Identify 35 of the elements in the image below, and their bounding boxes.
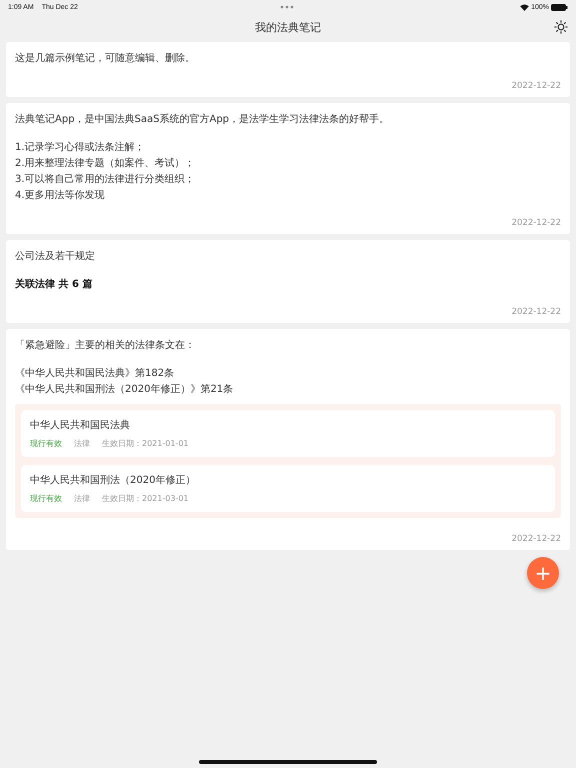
law-type: 法律 <box>74 493 90 504</box>
note-date: 2022-12-22 <box>512 534 561 544</box>
law-card[interactable]: 中华人民共和国刑法（2020年修正） 现行有效 法律 生效日期：2021-03-01 <box>21 465 555 512</box>
wifi-icon <box>520 4 530 10</box>
note-text-line: 4.更多用法等你发现 <box>15 188 106 203</box>
theme-toggle-button[interactable] <box>554 20 568 34</box>
note-text-line: 3.可以将自己常用的法律进行分类组织； <box>15 172 196 187</box>
note-date: 2022-12-22 <box>512 218 561 228</box>
note-text-line: 公司法及若干规定 <box>15 250 96 264</box>
note-text-line: 2.用来整理法律专题（如案件、考试）； <box>15 156 196 171</box>
battery-icon <box>551 4 568 10</box>
note-text-line: 「紧急避险」主要的相关的法律条文在： <box>15 338 196 353</box>
law-status: 现行有效 <box>30 438 62 449</box>
note-text-line: 关联法律 共 6 篇 <box>15 278 94 292</box>
law-title: 中华人民共和国民法典 <box>30 418 131 432</box>
note-date: 2022-12-22 <box>512 307 561 317</box>
page-title: 我的法典笔记 <box>255 20 321 34</box>
multitask-dots-icon[interactable] <box>280 5 294 9</box>
law-effective-date: 生效日期：2021-01-01 <box>102 438 188 449</box>
law-effective-date: 生效日期：2021-03-01 <box>102 493 188 504</box>
note-text-line: 《中华人民共和国民法典》第182条 <box>15 366 176 381</box>
sun-icon <box>554 20 568 34</box>
note-card[interactable]: 公司法及若干规定 关联法律 共 6 篇 2022-12-22 <box>6 240 570 323</box>
note-text-line: 法典笔记App，是中国法典SaaS系统的官方App，是法学生学习法律法条的好帮手。 <box>15 112 390 127</box>
law-card[interactable]: 中华人民共和国民法典 现行有效 法律 生效日期：2021-01-01 <box>21 410 555 457</box>
law-status: 现行有效 <box>30 493 62 504</box>
law-title: 中华人民共和国刑法（2020年修正） <box>30 474 196 487</box>
note-card[interactable]: 这是几篇示例笔记，可随意编辑、删除。 2022-12-22 <box>6 42 570 97</box>
note-text-line: 1.记录学习心得或法条注解； <box>15 140 146 155</box>
note-text-line: 这是几篇示例笔记，可随意编辑、删除。 <box>15 52 196 66</box>
note-text-line: 《中华人民共和国刑法（2020年修正）》第21条 <box>15 382 234 397</box>
law-type: 法律 <box>74 438 90 449</box>
note-card[interactable]: 「紧急避险」主要的相关的法律条文在： 《中华人民共和国民法典》第182条 《中华人民共和国刑法（2020年修正）》第21条 中华人民共和国民法典 现行有效 法律 生效日期：2021-01-01 中华人民共和国刑法（2020年修正） 现行有效 法律 生效日期：2021-03-01 2022-12-22 <box>6 329 570 550</box>
note-date: 2022-12-22 <box>512 81 561 91</box>
note-card[interactable]: 法典笔记App，是中国法典SaaS系统的官方App，是法学生学习法律法条的好帮手。 1.记录学习心得或法条注解； 2.用来整理法律专题（如案件、考试）； 3.可以将自己常用的法律进行分类组织； 4.更多用法等你发现 2022-12-22 <box>6 103 570 234</box>
